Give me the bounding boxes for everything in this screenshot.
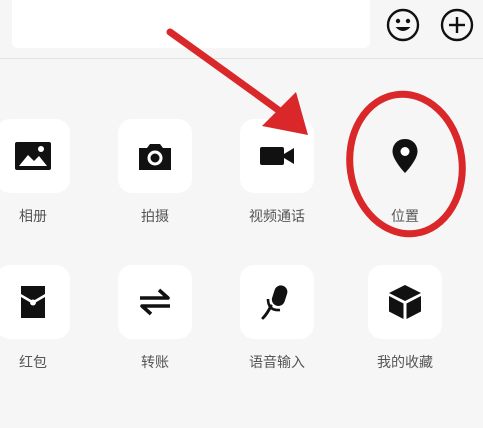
location-pin-icon (392, 139, 418, 173)
red-packet-item[interactable]: 红包 (0, 265, 84, 395)
more-functions-button[interactable] (440, 8, 474, 42)
video-call-item[interactable]: 视频通话 (208, 119, 328, 249)
favorites-cube-icon (389, 285, 421, 319)
location-item[interactable]: 位置 (336, 119, 456, 249)
smiley-icon (386, 8, 420, 42)
camera-tile[interactable] (118, 119, 192, 193)
camera-label: 拍摄 (141, 209, 169, 225)
voice-input-item[interactable]: 语音输入 (208, 265, 328, 395)
voice-input-label: 语音输入 (249, 355, 305, 371)
transfer-item[interactable]: 转账 (86, 265, 206, 395)
message-text-input[interactable] (12, 0, 370, 48)
red-packet-tile[interactable] (0, 265, 70, 339)
emoji-button[interactable] (386, 8, 420, 42)
favorites-tile[interactable] (368, 265, 442, 339)
chat-input-panel: 相册 拍摄 视频通话 位置 红包 转账 语音输入 我的收藏 (0, 0, 483, 428)
transfer-tile[interactable] (118, 265, 192, 339)
camera-icon (139, 144, 171, 170)
microphone-icon (261, 285, 288, 320)
plus-circle-icon (440, 8, 474, 42)
location-label: 位置 (391, 209, 419, 225)
voice-input-tile[interactable] (240, 265, 314, 339)
location-tile[interactable] (368, 119, 442, 193)
favorites-item[interactable]: 我的收藏 (336, 265, 456, 395)
image-icon (15, 142, 51, 170)
camera-item[interactable]: 拍摄 (86, 119, 206, 249)
red-packet-icon (21, 286, 45, 318)
video-call-icon (260, 147, 294, 165)
album-item[interactable]: 相册 (0, 119, 84, 249)
video-call-label: 视频通话 (249, 209, 305, 225)
video-call-tile[interactable] (240, 119, 314, 193)
transfer-icon (140, 288, 170, 316)
message-input-bar (0, 0, 483, 59)
favorites-label: 我的收藏 (377, 355, 433, 371)
transfer-label: 转账 (141, 355, 169, 371)
album-tile[interactable] (0, 119, 70, 193)
function-grid: 相册 拍摄 视频通话 位置 红包 转账 语音输入 我的收藏 (0, 59, 483, 428)
